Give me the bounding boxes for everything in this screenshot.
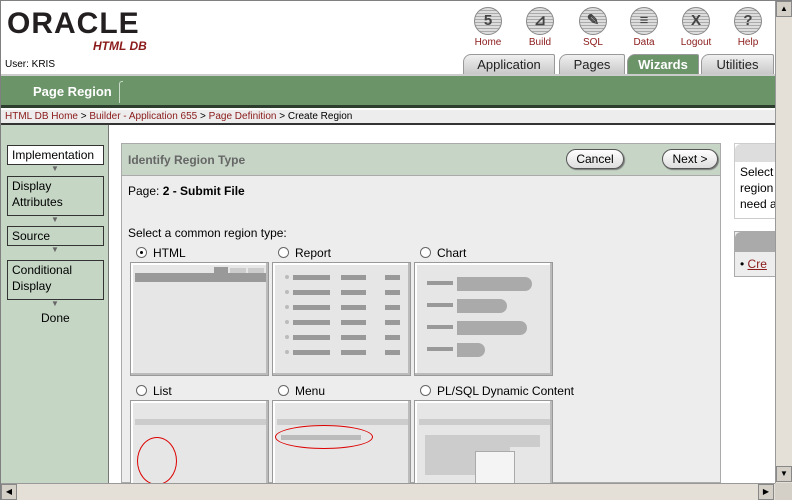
horizontal-scrollbar[interactable]: ◀ ▶ xyxy=(1,483,775,500)
scroll-corner xyxy=(775,483,792,500)
breadcrumb-builder[interactable]: Builder - Application 655 xyxy=(89,111,197,122)
nav-home[interactable]: 5 Home xyxy=(463,7,513,48)
chevron-down-icon: ▼ xyxy=(51,299,59,308)
page-info: Page: 2 - Submit File xyxy=(128,184,245,198)
next-button[interactable]: Next > xyxy=(662,149,718,169)
tab-pages[interactable]: Pages xyxy=(559,54,625,74)
panel-header: Identify Region Type Cancel Next > xyxy=(122,144,720,176)
nav-build[interactable]: ⊿ Build xyxy=(515,7,565,48)
region-type-chart[interactable]: Chart xyxy=(420,246,466,260)
tasks-panel: • Cre xyxy=(734,231,776,277)
user-label: User: KRIS xyxy=(5,59,56,70)
oracle-logo: ORACLE HTML DB xyxy=(7,7,147,54)
chevron-down-icon: ▼ xyxy=(51,164,59,173)
region-type-preview[interactable] xyxy=(272,262,411,376)
help-panel: Select region need a xyxy=(734,143,776,219)
scroll-up-icon[interactable]: ▲ xyxy=(776,1,792,17)
tab-utilities[interactable]: Utilities xyxy=(701,54,774,74)
chevron-down-icon: ▼ xyxy=(51,215,59,224)
breadcrumb-current: Create Region xyxy=(287,111,353,122)
scroll-left-icon[interactable]: ◀ xyxy=(1,484,17,500)
page-title: Page Region xyxy=(33,84,112,99)
logout-icon[interactable]: X xyxy=(682,7,710,35)
radio-button[interactable] xyxy=(136,247,147,258)
vertical-scrollbar[interactable]: ▲ ▼ xyxy=(775,1,792,483)
identify-region-type-panel: Identify Region Type Cancel Next > Page:… xyxy=(121,143,721,490)
radio-button[interactable] xyxy=(278,247,289,258)
region-type-html[interactable]: HTML xyxy=(136,246,186,260)
radio-button[interactable] xyxy=(136,385,147,396)
radio-button[interactable] xyxy=(420,385,431,396)
wizard-steps: Implementation ▼ Display Attributes ▼ So… xyxy=(1,125,109,483)
region-type-preview[interactable] xyxy=(414,262,553,376)
panel-title: Identify Region Type xyxy=(128,153,246,167)
nav-data[interactable]: ≡ Data xyxy=(619,7,669,48)
home-icon[interactable]: 5 xyxy=(474,7,502,35)
help-icon[interactable]: ? xyxy=(734,7,762,35)
tab-application[interactable]: Application xyxy=(463,54,555,74)
step-display-attributes: Display Attributes xyxy=(7,176,104,216)
region-type-preview[interactable] xyxy=(414,400,553,490)
nav-help[interactable]: ? Help xyxy=(723,7,773,48)
step-implementation: Implementation xyxy=(7,145,104,165)
step-done: Done xyxy=(41,311,70,325)
region-type-list[interactable]: List xyxy=(136,384,172,398)
breadcrumb-home[interactable]: HTML DB Home xyxy=(5,111,78,122)
region-type-pl-sql-dynamic-content[interactable]: PL/SQL Dynamic Content xyxy=(420,384,574,398)
scroll-down-icon[interactable]: ▼ xyxy=(776,466,792,482)
step-source: Source xyxy=(7,226,104,246)
breadcrumb: HTML DB Home > Builder - Application 655… xyxy=(1,110,775,125)
tab-wizards[interactable]: Wizards xyxy=(627,54,699,74)
sql-icon[interactable]: ✎ xyxy=(579,7,607,35)
radio-button[interactable] xyxy=(278,385,289,396)
create-link[interactable]: Cre xyxy=(748,257,767,271)
scroll-right-icon[interactable]: ▶ xyxy=(758,484,774,500)
region-type-preview[interactable] xyxy=(130,262,269,376)
region-type-preview[interactable] xyxy=(130,400,269,490)
page-title-bar: Page Region xyxy=(1,76,775,108)
data-icon[interactable]: ≡ xyxy=(630,7,658,35)
step-conditional-display: Conditional Display xyxy=(7,260,104,300)
nav-sql[interactable]: ✎ SQL xyxy=(568,7,618,48)
region-type-report[interactable]: Report xyxy=(278,246,331,260)
build-icon[interactable]: ⊿ xyxy=(526,7,554,35)
region-type-preview[interactable] xyxy=(272,400,411,490)
chevron-down-icon: ▼ xyxy=(51,245,59,254)
nav-logout[interactable]: X Logout xyxy=(671,7,721,48)
region-type-prompt: Select a common region type: xyxy=(128,226,287,240)
radio-button[interactable] xyxy=(420,247,431,258)
cancel-button[interactable]: Cancel xyxy=(566,149,624,169)
breadcrumb-page-definition[interactable]: Page Definition xyxy=(209,111,277,122)
region-type-menu[interactable]: Menu xyxy=(278,384,325,398)
